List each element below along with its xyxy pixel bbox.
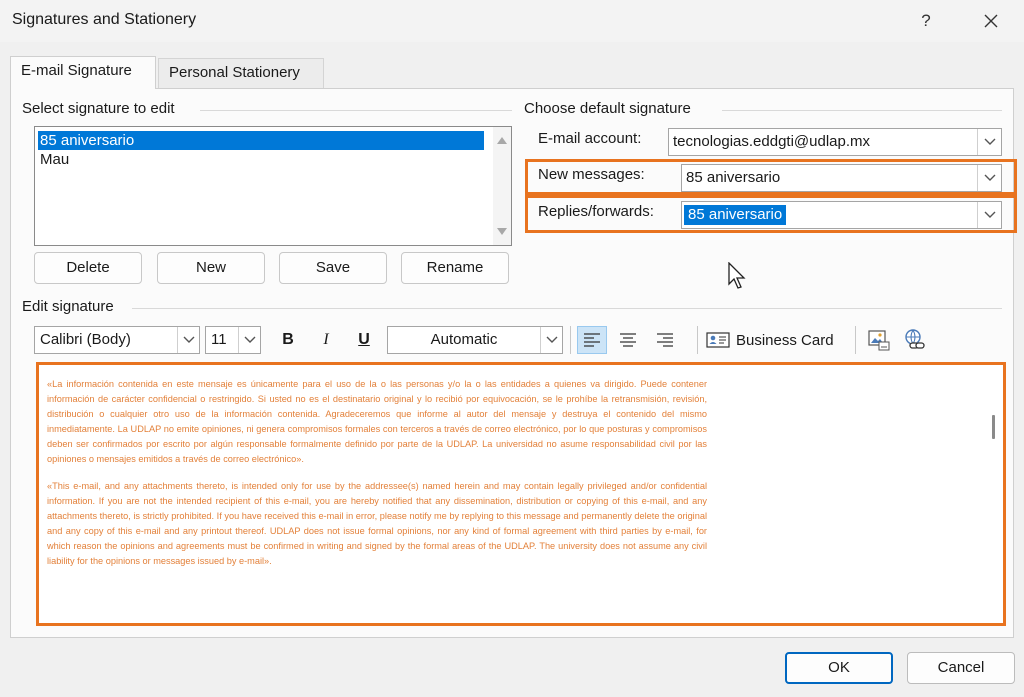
list-item[interactable]: Mau (38, 150, 69, 169)
help-button[interactable]: ? (906, 6, 946, 36)
insert-picture-button[interactable] (864, 326, 894, 354)
new-button[interactable]: New (157, 252, 265, 284)
font-select[interactable]: Calibri (Body) (34, 326, 200, 354)
tab-personal-stationery[interactable]: Personal Stationery (158, 58, 324, 88)
business-card-icon (706, 332, 730, 348)
replies-value: 85 aniversario (684, 205, 787, 225)
new-messages-label: New messages: (538, 166, 645, 183)
underline-button[interactable]: U (350, 326, 378, 354)
close-icon (984, 14, 998, 28)
business-card-button[interactable]: Business Card (706, 326, 834, 354)
align-right-icon (657, 333, 673, 347)
chevron-down-icon[interactable] (977, 202, 1001, 228)
close-button[interactable] (966, 6, 1016, 36)
picture-icon (868, 330, 890, 351)
delete-button[interactable]: Delete (34, 252, 142, 284)
group-divider (200, 110, 512, 111)
tab-label: Personal Stationery (169, 64, 300, 81)
italic-button[interactable]: I (312, 326, 340, 354)
window-title: Signatures and Stationery (12, 11, 197, 28)
email-account-value: tecnologias.eddgti@udlap.mx (673, 133, 871, 150)
edit-signature-label: Edit signature (22, 298, 114, 315)
list-item[interactable]: 85 aniversario (38, 131, 484, 150)
signature-list[interactable]: 85 aniversario Mau (34, 126, 512, 246)
replies-label: Replies/forwards: (538, 203, 654, 220)
list-scrollbar[interactable] (493, 127, 511, 245)
new-messages-value: 85 aniversario (686, 169, 781, 186)
mouse-cursor-icon (728, 261, 746, 294)
bold-button[interactable]: B (274, 326, 302, 354)
group-divider (722, 110, 1002, 111)
scroll-up-icon[interactable] (497, 137, 507, 144)
toolbar-separator (570, 326, 571, 354)
font-size-value: 11 (211, 331, 227, 348)
chevron-down-icon[interactable] (238, 327, 260, 353)
font-value: Calibri (Body) (40, 331, 131, 348)
font-size-select[interactable]: 11 (205, 326, 261, 354)
chevron-down-icon[interactable] (177, 327, 199, 353)
align-center-button[interactable] (613, 326, 643, 354)
align-left-button[interactable] (577, 326, 607, 354)
chevron-down-icon[interactable] (977, 129, 1001, 155)
ok-button[interactable]: OK (785, 652, 893, 684)
insert-hyperlink-button[interactable] (900, 326, 930, 354)
chevron-down-icon[interactable] (977, 165, 1001, 191)
save-button[interactable]: Save (279, 252, 387, 284)
tab-label: E-mail Signature (21, 62, 132, 79)
replies-select[interactable]: 85 aniversario (681, 201, 1002, 229)
cancel-button[interactable]: Cancel (907, 652, 1015, 684)
business-card-label: Business Card (736, 331, 834, 349)
email-account-select[interactable]: tecnologias.eddgti@udlap.mx (668, 128, 1002, 156)
link-icon (905, 329, 925, 349)
toolbar-separator (855, 326, 856, 354)
scroll-down-icon[interactable] (497, 228, 507, 235)
email-account-label: E-mail account: (538, 130, 642, 147)
group-divider (132, 308, 1002, 309)
font-color-value: Automatic (430, 331, 498, 348)
align-left-icon (584, 333, 600, 347)
new-messages-select[interactable]: 85 aniversario (681, 164, 1002, 192)
toolbar-separator (697, 326, 698, 354)
chevron-down-icon[interactable] (540, 327, 562, 353)
select-signature-label: Select signature to edit (22, 100, 175, 117)
rename-button[interactable]: Rename (401, 252, 509, 284)
editor-highlight (36, 362, 1006, 626)
tab-email-signature[interactable]: E-mail Signature (10, 56, 156, 89)
align-right-button[interactable] (650, 326, 680, 354)
title-bar: Signatures and Stationery ? (0, 0, 1024, 42)
align-center-icon (620, 333, 636, 347)
font-color-select[interactable]: Automatic (387, 326, 563, 354)
default-signature-label: Choose default signature (524, 100, 691, 117)
